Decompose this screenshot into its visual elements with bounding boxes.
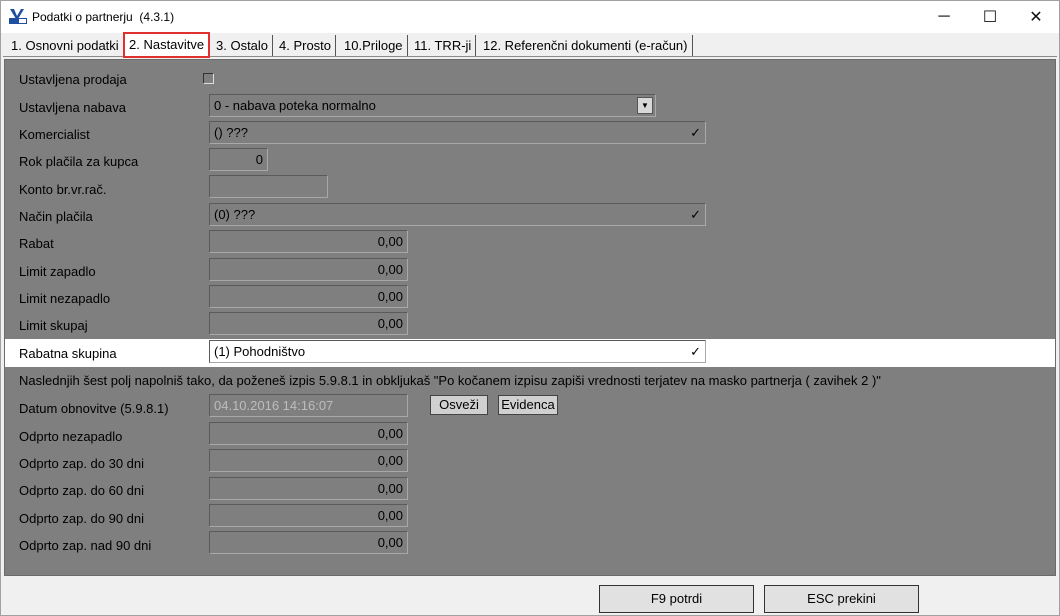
dropdown-arrow-icon[interactable]: ▼ xyxy=(637,97,653,114)
check-icon[interactable]: ✓ xyxy=(690,204,701,225)
tab-priloge[interactable]: 10.Priloge xyxy=(340,35,408,56)
cancel-button[interactable]: ESC prekini xyxy=(764,585,919,613)
tab-bar: 1. Osnovni podatki 2. Nastavitve 3. Osta… xyxy=(3,32,1057,58)
settings-panel: Ustavljena prodaja Ustavljena nabava 0 -… xyxy=(4,59,1056,576)
komercialist-value: () ??? xyxy=(214,125,248,140)
tab-trr-ji[interactable]: 11. TRR-ji xyxy=(410,35,477,56)
ustavljena-nabava-label: Ustavljena nabava xyxy=(19,100,126,115)
nacin-placila-field[interactable]: (0) ??? ✓ xyxy=(209,203,706,226)
rabat-label: Rabat xyxy=(19,236,54,251)
odprto-nad-90-field[interactable]: 0,00 xyxy=(209,531,408,554)
osvezi-button[interactable]: Osveži xyxy=(430,395,488,415)
confirm-button[interactable]: F9 potrdi xyxy=(599,585,754,613)
tab-prosto[interactable]: 4. Prosto xyxy=(275,35,337,56)
maximize-button[interactable]: ☐ xyxy=(967,1,1013,32)
konto-label: Konto br.vr.rač. xyxy=(19,182,107,197)
odprto-90-field[interactable]: 0,00 xyxy=(209,504,408,527)
tab-osnovni-podatki[interactable]: 1. Osnovni podatki xyxy=(7,35,124,56)
tab-nastavitve[interactable]: 2. Nastavitve xyxy=(122,32,211,58)
odprto-30-label: Odprto zap. do 30 dni xyxy=(19,456,145,471)
rabatna-skupina-value: (1) Pohodništvo xyxy=(214,344,306,359)
datum-obnovitve-field: 04.10.2016 14:16:07 xyxy=(209,394,408,417)
konto-field[interactable] xyxy=(209,175,328,198)
instruction-note: Naslednjih šest polj napolniš tako, da p… xyxy=(19,373,881,388)
title-bar: Podatki o partnerju (4.3.1) ─ ☐ ✕ xyxy=(1,1,1059,33)
check-icon[interactable]: ✓ xyxy=(690,122,701,143)
datum-obnovitve-label: Datum obnovitve (5.9.8.1) xyxy=(19,401,169,416)
rabat-field[interactable]: 0,00 xyxy=(209,230,408,253)
komercialist-field[interactable]: () ??? ✓ xyxy=(209,121,706,144)
ustavljena-nabava-value: 0 - nabava poteka normalno xyxy=(214,98,376,113)
limit-nezapadlo-field[interactable]: 0,00 xyxy=(209,285,408,308)
rok-placila-label: Rok plačila za kupca xyxy=(19,154,139,169)
odprto-60-field[interactable]: 0,00 xyxy=(209,477,408,500)
odprto-30-field[interactable]: 0,00 xyxy=(209,449,408,472)
partner-window: Podatki o partnerju (4.3.1) ─ ☐ ✕ 1. Osn… xyxy=(0,0,1060,616)
limit-zapadlo-field[interactable]: 0,00 xyxy=(209,258,408,281)
limit-zapadlo-label: Limit zapadlo xyxy=(19,264,96,279)
window-title: Podatki o partnerju (4.3.1) xyxy=(32,10,175,24)
limit-skupaj-field[interactable]: 0,00 xyxy=(209,312,408,335)
odprto-nezapadlo-field[interactable]: 0,00 xyxy=(209,422,408,445)
limit-skupaj-label: Limit skupaj xyxy=(19,318,88,333)
odprto-nezapadlo-label: Odprto nezapadlo xyxy=(19,429,123,444)
odprto-nad-90-label: Odprto zap. nad 90 dni xyxy=(19,538,152,553)
odprto-60-label: Odprto zap. do 60 dni xyxy=(19,483,145,498)
check-icon[interactable]: ✓ xyxy=(690,341,701,362)
odprto-90-label: Odprto zap. do 90 dni xyxy=(19,511,145,526)
ustavljena-nabava-select[interactable]: 0 - nabava poteka normalno ▼ xyxy=(209,94,656,117)
evidenca-button[interactable]: Evidenca xyxy=(498,395,558,415)
komercialist-label: Komercialist xyxy=(19,127,90,142)
ustavljena-prodaja-label: Ustavljena prodaja xyxy=(19,72,127,87)
minimize-button[interactable]: ─ xyxy=(921,1,967,32)
limit-nezapadlo-label: Limit nezapadlo xyxy=(19,291,111,306)
app-icon xyxy=(9,9,27,24)
nacin-placila-value: (0) ??? xyxy=(214,207,256,222)
rok-placila-field[interactable]: 0 xyxy=(209,148,268,171)
tab-referencni-dokumenti[interactable]: 12. Referenčni dokumenti (e-račun) xyxy=(479,35,693,56)
close-button[interactable]: ✕ xyxy=(1013,1,1059,32)
tab-ostalo[interactable]: 3. Ostalo xyxy=(212,35,274,56)
rabatna-skupina-label: Rabatna skupina xyxy=(19,346,117,361)
rabatna-skupina-field[interactable]: (1) Pohodništvo ✓ xyxy=(209,340,706,363)
ustavljena-prodaja-checkbox[interactable] xyxy=(203,73,214,84)
nacin-placila-label: Način plačila xyxy=(19,209,93,224)
